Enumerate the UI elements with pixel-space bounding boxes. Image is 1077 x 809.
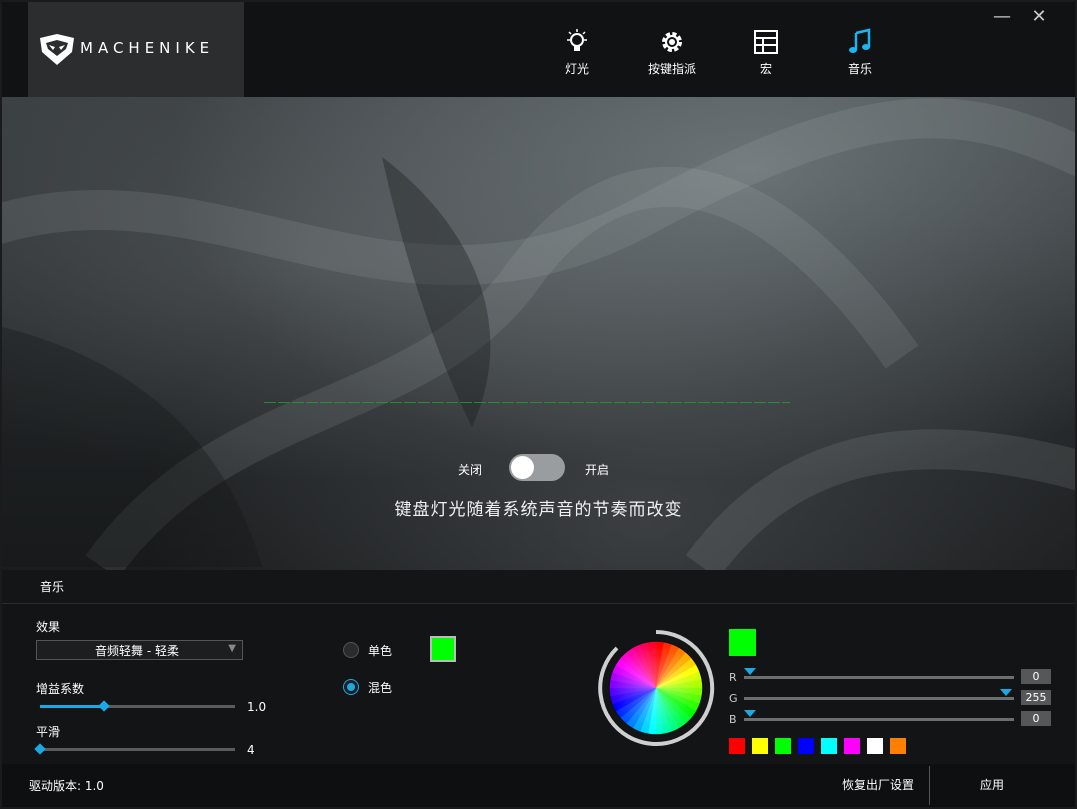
effect-dropdown[interactable]: 音频轻舞 - 轻柔 ▼ — [36, 640, 243, 660]
single-color-radio[interactable] — [343, 642, 359, 658]
color-preset-swatch[interactable] — [821, 738, 837, 754]
tab-music-label: 音乐 — [847, 62, 872, 76]
bulb-icon — [567, 29, 587, 51]
single-color-label: 单色 — [368, 644, 393, 658]
footer-bar: 驱动版本: 1.0 恢复出厂设置 应用 — [2, 764, 1075, 807]
tab-lighting-label: 灯光 — [564, 62, 589, 76]
gain-slider-thumb[interactable] — [98, 700, 110, 712]
audio-visualizer-line — [264, 402, 790, 403]
toggle-on-label: 开启 — [585, 463, 610, 477]
green-value-field[interactable]: 255 — [1021, 690, 1051, 705]
red-value-field[interactable]: 0 — [1021, 669, 1051, 684]
tab-key-assignment[interactable]: 按键指派 — [632, 28, 712, 77]
green-channel-slider[interactable] — [744, 689, 1014, 700]
machenike-logo-icon — [40, 34, 74, 65]
color-wheel-graphic — [598, 629, 715, 746]
feature-description: 键盘灯光随着系统声音的节奏而改变 — [394, 500, 683, 520]
red-channel-label: R — [729, 671, 737, 684]
chevron-down-icon: ▼ — [228, 643, 236, 654]
color-preset-swatch[interactable] — [890, 738, 906, 754]
green-channel-label: G — [729, 692, 738, 705]
gear-icon — [662, 32, 682, 52]
tab-music[interactable]: 音乐 — [820, 28, 900, 77]
toggle-off-label: 关闭 — [458, 463, 483, 477]
tab-macro-label: 宏 — [759, 62, 772, 76]
color-wheel[interactable] — [597, 629, 715, 747]
effect-dropdown-value: 音频轻舞 - 轻柔 — [95, 644, 179, 658]
music-mode-toggle[interactable] — [509, 454, 565, 481]
smooth-slider-thumb[interactable] — [34, 743, 46, 755]
mixed-color-label: 混色 — [368, 681, 393, 695]
smooth-label: 平滑 — [36, 725, 61, 739]
gain-value: 1.0 — [247, 700, 267, 714]
tab-macro[interactable]: 宏 — [726, 28, 806, 77]
color-preset-swatch[interactable] — [752, 738, 768, 754]
smooth-value: 4 — [247, 743, 255, 757]
color-preset-swatch[interactable] — [729, 738, 745, 754]
effect-label: 效果 — [36, 620, 61, 634]
gain-slider[interactable] — [40, 700, 235, 712]
gain-label: 增益系数 — [36, 682, 85, 696]
title-bar: MACHENIKE 灯光 按键指派 宏 音乐 — ✕ — [2, 2, 1075, 97]
brand-logo: MACHENIKE — [28, 2, 244, 97]
brand-name: MACHENIKE — [80, 39, 215, 57]
blue-channel-thumb[interactable] — [744, 710, 756, 717]
minimize-button[interactable]: — — [992, 6, 1012, 27]
single-color-swatch[interactable] — [430, 636, 456, 662]
hero-banner: 关闭 开启 键盘灯光随着系统声音的节奏而改变 — [2, 97, 1075, 570]
settings-panel: 效果 音频轻舞 - 轻柔 ▼ 增益系数 1.0 平滑 4 单色 混色 R 0 G… — [2, 604, 1075, 764]
grid-icon — [754, 30, 778, 54]
color-preset-swatch[interactable] — [867, 738, 883, 754]
toggle-knob — [511, 456, 534, 479]
current-color-swatch — [729, 629, 756, 656]
app-window: MACHENIKE 灯光 按键指派 宏 音乐 — ✕ 关闭 开启 键盘灯光随着系… — [0, 0, 1077, 809]
footer-divider — [929, 766, 930, 805]
smooth-slider[interactable] — [34, 743, 235, 755]
driver-version: 驱动版本: 1.0 — [29, 779, 104, 793]
section-title: 音乐 — [40, 580, 65, 594]
tab-lighting[interactable]: 灯光 — [537, 28, 617, 77]
color-preset-swatch[interactable] — [798, 738, 814, 754]
color-preset-swatch[interactable] — [775, 738, 791, 754]
reset-defaults-button[interactable]: 恢复出厂设置 — [828, 764, 928, 807]
close-button[interactable]: ✕ — [1029, 6, 1049, 27]
tab-key-assignment-label: 按键指派 — [647, 62, 696, 76]
gain-slider-fill — [40, 705, 104, 708]
blue-channel-label: B — [729, 713, 737, 726]
red-channel-thumb[interactable] — [744, 668, 756, 675]
apply-button[interactable]: 应用 — [942, 764, 1042, 807]
mixed-color-radio[interactable] — [343, 679, 359, 695]
section-header: 音乐 — [2, 570, 1075, 604]
music-note-icon — [849, 28, 871, 53]
blue-value-field[interactable]: 0 — [1021, 711, 1051, 726]
red-channel-slider[interactable] — [744, 668, 1014, 679]
blue-channel-slider[interactable] — [744, 710, 1014, 721]
color-preset-swatch[interactable] — [844, 738, 860, 754]
green-channel-thumb[interactable] — [1000, 689, 1012, 696]
